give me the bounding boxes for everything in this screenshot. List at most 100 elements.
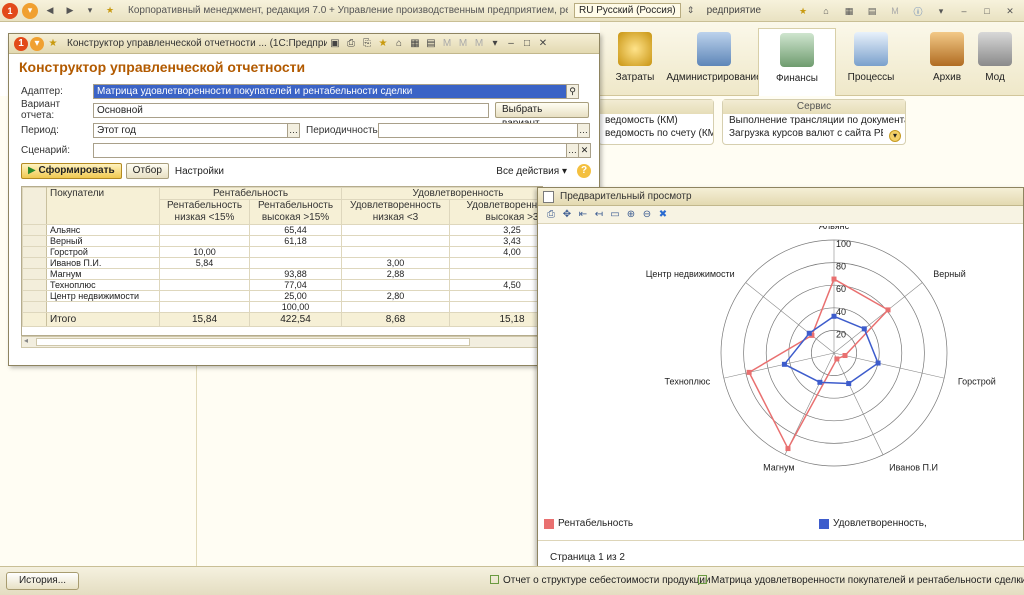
scenario-clear-icon[interactable]: ✕: [579, 142, 591, 158]
scroll-thumb[interactable]: [36, 338, 470, 346]
table-row[interactable]: Центр недвижимости 25,00 2,80: [22, 290, 542, 302]
service-group-title: Сервис: [723, 100, 905, 114]
window-close-icon[interactable]: ✕: [536, 37, 550, 51]
table-row[interactable]: 100,00: [22, 301, 542, 313]
maximize-icon[interactable]: □: [979, 3, 995, 19]
total-label: Итого: [46, 312, 160, 327]
report-grid[interactable]: Покупатели Рентабельность Удовлетворенно…: [21, 186, 543, 336]
variant-input[interactable]: Основной: [93, 102, 489, 118]
period-input[interactable]: Этот год: [93, 122, 288, 138]
favorite-star-icon[interactable]: ★: [102, 3, 118, 19]
category-label: Техноплюс: [665, 376, 711, 386]
settings-link[interactable]: Настройки: [175, 166, 224, 177]
all-actions-menu[interactable]: Все действия ▾: [496, 166, 567, 177]
info-icon[interactable]: ⓘ: [910, 3, 926, 19]
window-memory-icon[interactable]: M: [440, 37, 454, 51]
window-minimize-icon[interactable]: –: [504, 37, 518, 51]
updown-icon[interactable]: ⇕: [683, 3, 699, 19]
series-point-1: [831, 313, 837, 319]
status-link-matrix-report[interactable]: Матрица удовлетворенности покупателей и …: [698, 575, 1024, 586]
window-dropdown-icon[interactable]: ▾: [488, 37, 502, 51]
zoom-in-icon[interactable]: ⊕: [624, 208, 638, 222]
language-indicator[interactable]: RU Русский (Россия): [574, 3, 681, 18]
forward-arrow-icon[interactable]: ▶: [62, 3, 78, 19]
window-maximize-icon[interactable]: □: [520, 37, 534, 51]
expand-group-icon[interactable]: ▾: [889, 130, 901, 142]
window-calendar-icon[interactable]: ▤: [424, 37, 438, 51]
scenario-select-icon[interactable]: …: [567, 142, 579, 158]
link-statement-account[interactable]: ведомость по счету (КМ): [599, 127, 713, 140]
generate-button[interactable]: ▶ Сформировать: [21, 163, 122, 179]
table-row[interactable]: Магнум 93,88 2,88: [22, 268, 542, 280]
calendar-icon[interactable]: ▤: [864, 3, 880, 19]
series-point-1: [846, 381, 852, 387]
history-button[interactable]: История...: [6, 572, 79, 590]
calculator-icon[interactable]: ▦: [841, 3, 857, 19]
window-calculator-icon[interactable]: ▦: [408, 37, 422, 51]
close-preview-icon[interactable]: ✖: [656, 208, 670, 222]
window-favorites-icon[interactable]: ★: [376, 37, 390, 51]
table-row[interactable]: Горстрой 10,00 4,00: [22, 246, 542, 258]
status-link-cost-report[interactable]: Отчет о структуре себестоимости продукци…: [490, 575, 711, 586]
sections-panel: Затраты Администрирование Финансы Процес…: [600, 22, 1024, 96]
link-translation[interactable]: Выполнение трансляции по документам: [723, 114, 905, 127]
legend-swatch-profit: [544, 518, 554, 529]
page-first-icon[interactable]: ⇤: [576, 208, 590, 222]
window-1c-icon[interactable]: 1: [14, 36, 28, 51]
minimize-icon[interactable]: –: [956, 3, 972, 19]
window-memory2-icon[interactable]: M: [456, 37, 470, 51]
info-dropdown-icon[interactable]: ▾: [933, 3, 949, 19]
two-pages-icon[interactable]: ▭: [608, 208, 622, 222]
home-icon[interactable]: ⌂: [818, 3, 834, 19]
total-row[interactable]: Итого 15,84 422,54 8,68 15,18: [22, 312, 542, 327]
command-bar: ▶ Сформировать Отбор Настройки Все дейст…: [21, 163, 591, 179]
window-home-icon[interactable]: ⌂: [392, 37, 406, 51]
adapter-search-icon[interactable]: ⚲: [567, 83, 579, 99]
window-menu-icon[interactable]: ▾: [30, 36, 44, 51]
period-select-icon[interactable]: …: [288, 122, 300, 138]
1c-logo-icon[interactable]: 1: [2, 2, 18, 19]
window-memory3-icon[interactable]: M: [472, 37, 486, 51]
adapter-input[interactable]: Матрица удовлетворенности покупателей и …: [93, 83, 567, 99]
main-menu-icon[interactable]: ▾: [22, 2, 38, 19]
section-modules[interactable]: Мод: [970, 28, 1020, 90]
section-finance[interactable]: Финансы: [758, 28, 836, 96]
back-arrow-icon[interactable]: ◀: [42, 3, 58, 19]
table-row[interactable]: Иванов П.И. 5,84 3,00: [22, 257, 542, 269]
print-icon[interactable]: ⎙: [344, 37, 358, 51]
table-row[interactable]: Техноплюс 77,04 4,50: [22, 279, 542, 291]
filter-button[interactable]: Отбор: [125, 163, 169, 179]
periodicity-input[interactable]: [378, 122, 578, 138]
section-administration[interactable]: Администрирование: [666, 28, 762, 90]
scenario-input[interactable]: [93, 142, 567, 158]
choose-variant-button[interactable]: Выбрать вариант...: [495, 102, 589, 129]
archive-icon: [930, 32, 964, 66]
header-satisfaction-group: Удовлетворенность: [341, 187, 542, 200]
section-processes[interactable]: Процессы: [832, 28, 910, 90]
print-preview-icon[interactable]: ⎙: [544, 208, 558, 222]
zoom-out-icon[interactable]: ⊖: [640, 208, 654, 222]
variant-label: Вариант отчета:: [21, 99, 61, 121]
series-point-1: [781, 361, 787, 367]
table-row[interactable]: Верный 61,18 3,43: [22, 235, 542, 247]
link-load-rates[interactable]: Загрузка курсов валют с сайта РБ...: [723, 127, 883, 140]
table-row[interactable]: Альянс 65,44 3,25: [22, 224, 542, 236]
history-dropdown-icon[interactable]: ▾: [82, 3, 98, 19]
section-costs[interactable]: Затраты: [596, 28, 674, 90]
periodicity-select-icon[interactable]: …: [578, 122, 590, 138]
close-icon[interactable]: ✕: [1002, 3, 1018, 19]
move-icon[interactable]: ✥: [560, 208, 574, 222]
report-link-icon: [698, 575, 707, 584]
help-icon[interactable]: ?: [577, 164, 591, 178]
save-icon[interactable]: ▣: [328, 37, 342, 51]
memory-icon[interactable]: M: [887, 3, 903, 19]
legend-swatch-satisfaction: [819, 518, 829, 529]
horizontal-scrollbar[interactable]: ◂: [21, 336, 543, 348]
page-prev-icon[interactable]: ↤: [592, 208, 606, 222]
link-statement[interactable]: ведомость (КМ): [599, 114, 713, 127]
window-favorite-icon[interactable]: ★: [46, 37, 60, 51]
favorites-icon[interactable]: ★: [795, 3, 811, 19]
tick-label: 40: [836, 307, 846, 317]
scroll-left-icon[interactable]: ◂: [24, 336, 28, 345]
preview-icon[interactable]: ⎘: [360, 37, 374, 51]
